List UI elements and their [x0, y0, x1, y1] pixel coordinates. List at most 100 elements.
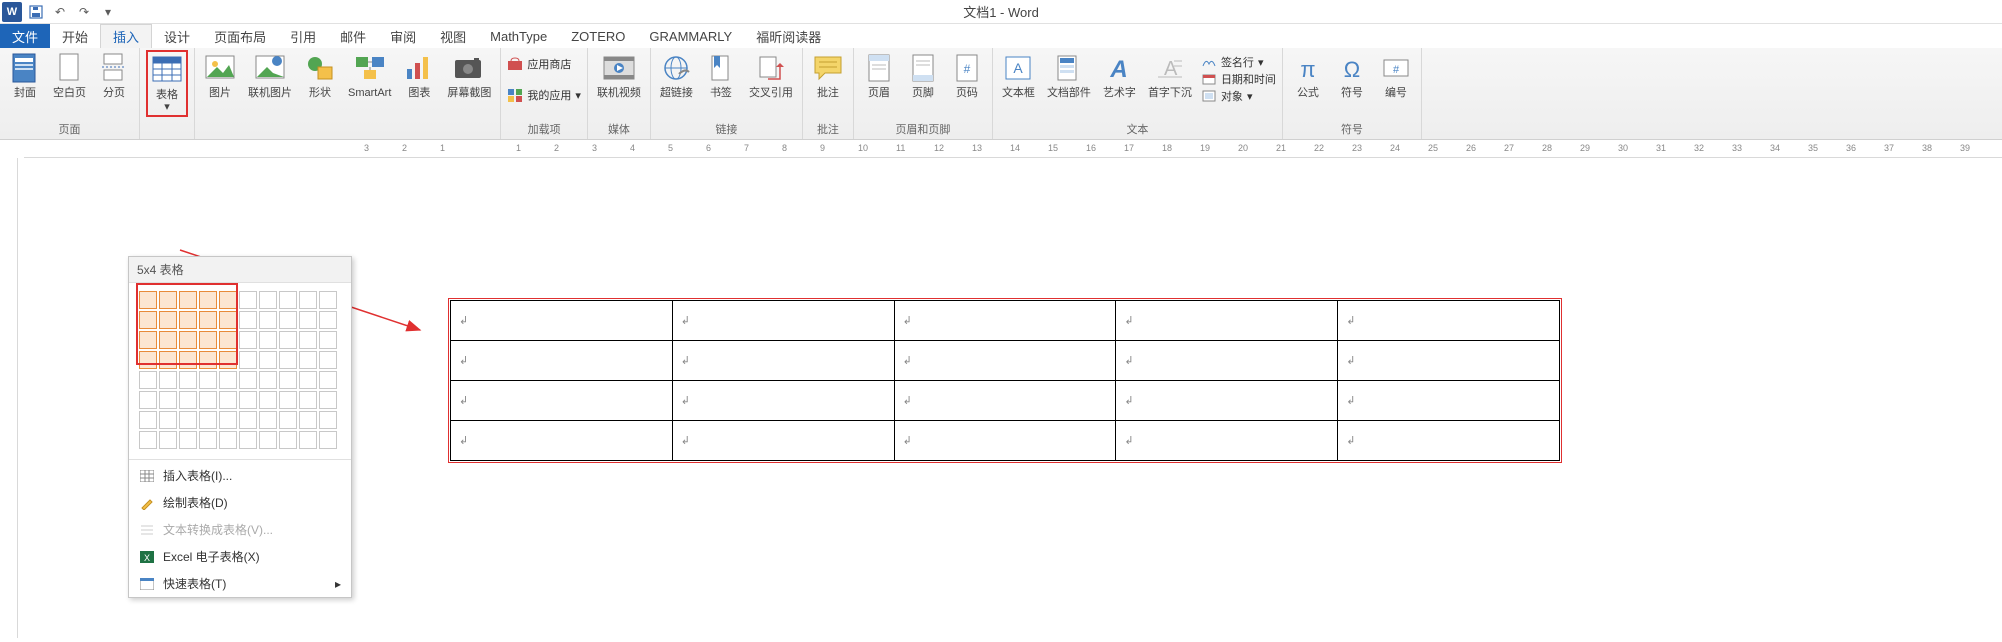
table-grid-cell[interactable] — [279, 351, 297, 369]
online-video-button[interactable]: 联机视频 — [594, 50, 644, 101]
tab-grammarly[interactable]: GRAMMARLY — [637, 24, 744, 48]
table-grid-cell[interactable] — [219, 291, 237, 309]
tab-mailings[interactable]: 邮件 — [328, 24, 378, 48]
table-grid-cell[interactable] — [139, 371, 157, 389]
page-number-button[interactable]: #页码 — [948, 50, 986, 101]
table-grid-cell[interactable] — [299, 371, 317, 389]
cover-page-button[interactable]: 封面 — [6, 50, 44, 101]
table-grid-cell[interactable] — [259, 311, 277, 329]
table-grid-cell[interactable] — [139, 391, 157, 409]
date-time-button[interactable]: 日期和时间 — [1201, 71, 1276, 87]
table-grid-cell[interactable] — [239, 351, 257, 369]
table-cell[interactable]: ↲ — [672, 381, 894, 421]
table-grid-cell[interactable] — [159, 311, 177, 329]
table-grid-cell[interactable] — [279, 411, 297, 429]
table-grid-cell[interactable] — [179, 351, 197, 369]
table-cell[interactable]: ↲ — [672, 341, 894, 381]
page-break-button[interactable]: 分页 — [95, 50, 133, 101]
header-button[interactable]: 页眉 — [860, 50, 898, 101]
table-grid-cell[interactable] — [279, 331, 297, 349]
tab-home[interactable]: 开始 — [50, 24, 100, 48]
footer-button[interactable]: 页脚 — [904, 50, 942, 101]
table-grid-cell[interactable] — [299, 331, 317, 349]
table-grid-cell[interactable] — [279, 371, 297, 389]
table-grid-cell[interactable] — [179, 371, 197, 389]
table-cell[interactable]: ↲ — [451, 301, 673, 341]
undo-button[interactable]: ↶ — [50, 2, 70, 22]
table-grid-cell[interactable] — [299, 291, 317, 309]
table-grid-cell[interactable] — [299, 431, 317, 449]
table-grid-cell[interactable] — [299, 411, 317, 429]
table-cell[interactable]: ↲ — [894, 421, 1116, 461]
insert-table-menu-item[interactable]: 插入表格(I)... — [129, 462, 351, 489]
table-grid-cell[interactable] — [279, 291, 297, 309]
table-cell[interactable]: ↲ — [1338, 381, 1560, 421]
table-cell[interactable]: ↲ — [894, 381, 1116, 421]
table-grid-cell[interactable] — [179, 311, 197, 329]
table-grid-cell[interactable] — [199, 391, 217, 409]
table-grid-cell[interactable] — [199, 371, 217, 389]
inserted-table[interactable]: ↲↲↲↲↲↲↲↲↲↲↲↲↲↲↲↲↲↲↲↲ — [450, 300, 1560, 461]
table-grid-cell[interactable] — [159, 351, 177, 369]
table-grid-cell[interactable] — [279, 391, 297, 409]
table-cell[interactable]: ↲ — [894, 341, 1116, 381]
table-grid-cell[interactable] — [259, 351, 277, 369]
tab-file[interactable]: 文件 — [0, 24, 50, 48]
table-grid-cell[interactable] — [219, 331, 237, 349]
table-cell[interactable]: ↲ — [672, 421, 894, 461]
excel-spreadsheet-menu-item[interactable]: XExcel 电子表格(X) — [129, 543, 351, 570]
my-apps-button[interactable]: 我的应用 ▾ — [507, 87, 581, 103]
table-grid-cell[interactable] — [139, 311, 157, 329]
table-grid-cell[interactable] — [299, 311, 317, 329]
tab-layout[interactable]: 页面布局 — [202, 24, 278, 48]
table-grid-cell[interactable] — [279, 431, 297, 449]
table-grid-cell[interactable] — [139, 431, 157, 449]
table-grid-cell[interactable] — [239, 411, 257, 429]
table-grid-cell[interactable] — [319, 431, 337, 449]
table-grid-cell[interactable] — [199, 291, 217, 309]
table-cell[interactable]: ↲ — [1116, 301, 1338, 341]
table-grid-cell[interactable] — [299, 391, 317, 409]
table-grid-cell[interactable] — [259, 411, 277, 429]
table-grid-cell[interactable] — [179, 291, 197, 309]
table-grid-cell[interactable] — [319, 411, 337, 429]
table-cell[interactable]: ↲ — [1116, 341, 1338, 381]
table-grid-cell[interactable] — [199, 431, 217, 449]
table-grid-cell[interactable] — [219, 431, 237, 449]
table-grid-cell[interactable] — [319, 351, 337, 369]
table-grid-cell[interactable] — [319, 391, 337, 409]
table-grid-cell[interactable] — [259, 291, 277, 309]
tab-design[interactable]: 设计 — [152, 24, 202, 48]
table-grid-cell[interactable] — [279, 311, 297, 329]
app-store-button[interactable]: 应用商店 — [507, 56, 581, 72]
table-grid-cell[interactable] — [159, 291, 177, 309]
table-grid-cell[interactable] — [139, 351, 157, 369]
table-grid-cell[interactable] — [179, 391, 197, 409]
wordart-button[interactable]: A艺术字 — [1100, 50, 1139, 101]
table-grid-cell[interactable] — [219, 371, 237, 389]
table-cell[interactable]: ↲ — [1338, 421, 1560, 461]
vertical-ruler[interactable] — [0, 158, 18, 638]
blank-page-button[interactable]: 空白页 — [50, 50, 89, 101]
shapes-button[interactable]: 形状 — [301, 50, 339, 101]
table-cell[interactable]: ↲ — [1116, 381, 1338, 421]
table-grid-cell[interactable] — [319, 371, 337, 389]
table-cell[interactable]: ↲ — [1116, 421, 1338, 461]
signature-line-button[interactable]: 签名行 ▾ — [1201, 54, 1276, 70]
table-grid-cell[interactable] — [239, 431, 257, 449]
table-grid-cell[interactable] — [259, 431, 277, 449]
table-grid-cell[interactable] — [199, 411, 217, 429]
save-button[interactable] — [26, 2, 46, 22]
tab-insert[interactable]: 插入 — [100, 24, 152, 48]
horizontal-ruler[interactable]: 3211234567891011121314151617181920212223… — [24, 140, 2002, 158]
textbox-button[interactable]: A文本框 — [999, 50, 1038, 101]
table-grid-cell[interactable] — [239, 291, 257, 309]
dropcap-button[interactable]: A首字下沉 — [1145, 50, 1195, 101]
qat-customize[interactable]: ▾ — [98, 2, 118, 22]
tab-review[interactable]: 审阅 — [378, 24, 428, 48]
table-cell[interactable]: ↲ — [451, 421, 673, 461]
table-grid-cell[interactable] — [239, 371, 257, 389]
insert-table-button[interactable]: 表格▾ — [146, 50, 188, 117]
hyperlink-button[interactable]: 超链接 — [657, 50, 696, 101]
table-cell[interactable]: ↲ — [451, 381, 673, 421]
